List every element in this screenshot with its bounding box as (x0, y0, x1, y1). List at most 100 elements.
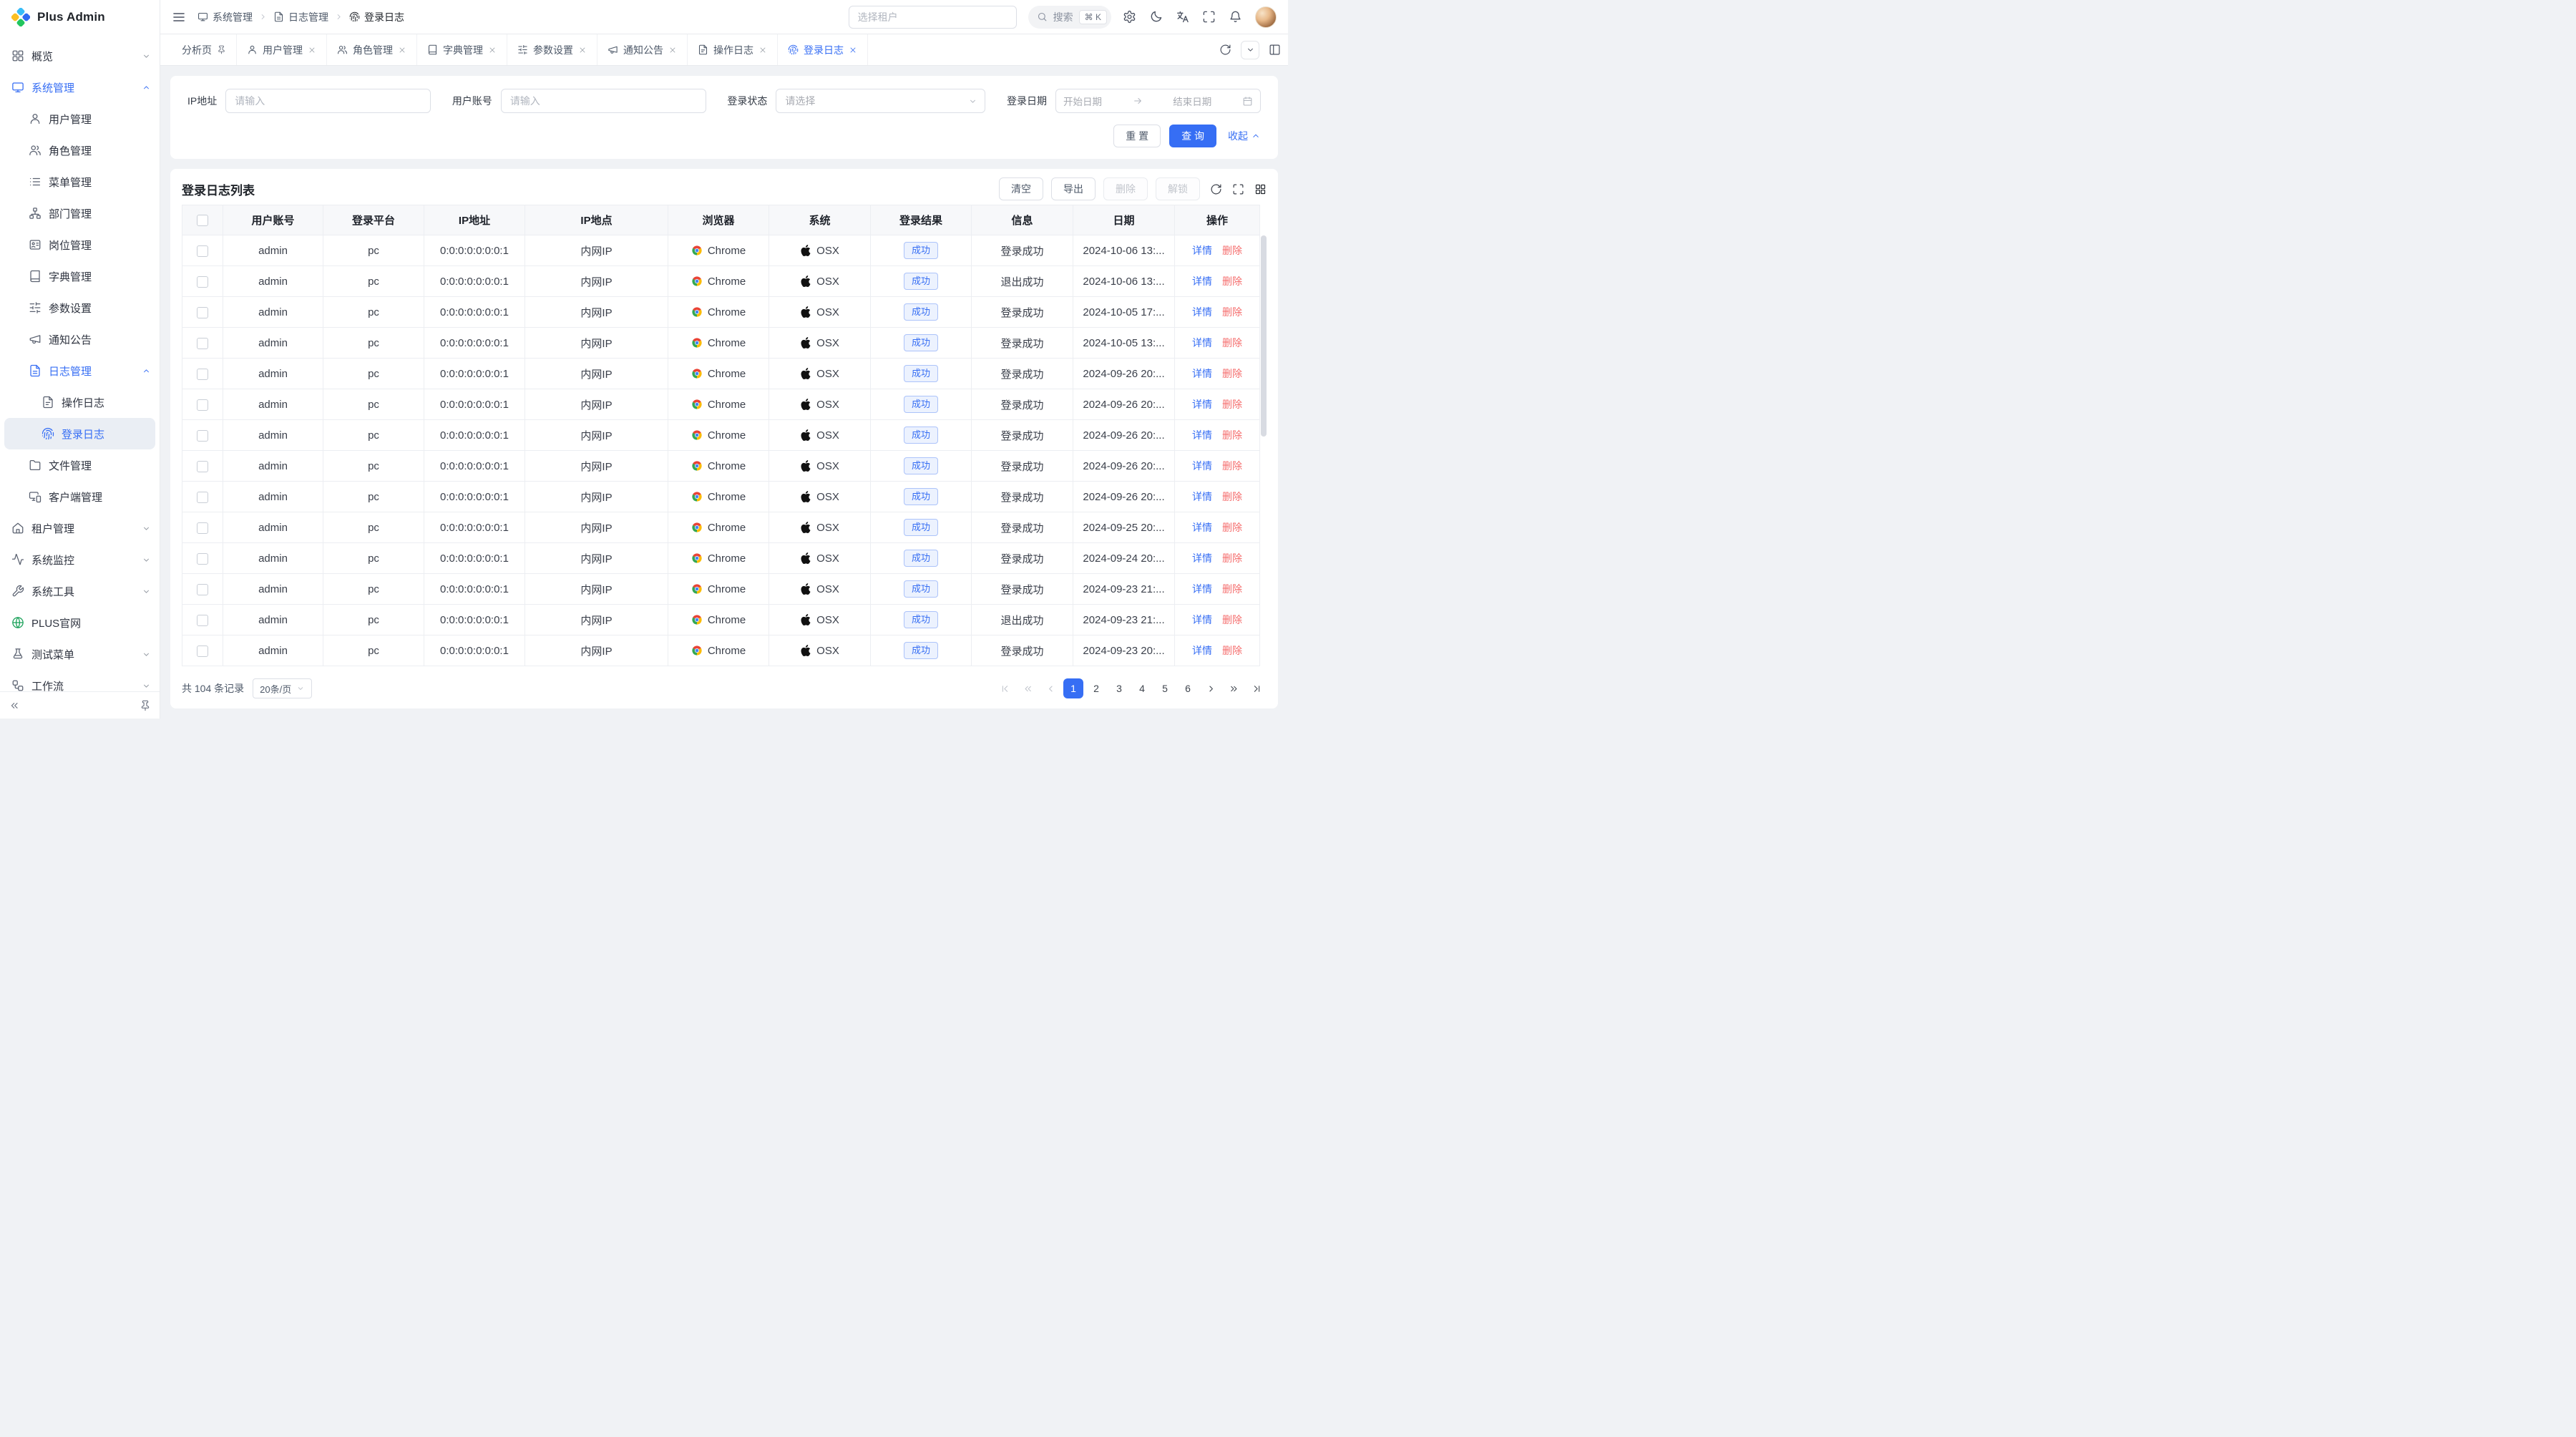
sidebar-item-client-mgmt[interactable]: 客户端管理 (0, 481, 160, 512)
page-button-4[interactable]: 4 (1132, 678, 1152, 698)
sidebar-item-overview[interactable]: 概览 (0, 40, 160, 72)
search-button[interactable]: 查 询 (1169, 125, 1216, 147)
page-button-2[interactable]: 2 (1086, 678, 1106, 698)
detail-link[interactable]: 详情 (1192, 489, 1212, 504)
row-checkbox[interactable] (197, 461, 208, 472)
delete-link[interactable]: 删除 (1222, 243, 1242, 258)
tab-role-mgmt[interactable]: 角色管理 (327, 34, 417, 65)
sidebar-item-operation-log[interactable]: 操作日志 (0, 386, 160, 418)
sidebar-item-file-mgmt[interactable]: 文件管理 (0, 449, 160, 481)
user-avatar[interactable] (1255, 6, 1277, 28)
delete-link[interactable]: 删除 (1222, 366, 1242, 381)
collapse-filters-link[interactable]: 收起 (1228, 129, 1261, 143)
unlock-button[interactable]: 解锁 (1156, 177, 1200, 200)
tab-operation-log[interactable]: 操作日志 (688, 34, 778, 65)
close-icon[interactable] (758, 46, 767, 54)
sidebar-item-notice[interactable]: 通知公告 (0, 323, 160, 355)
delete-button[interactable]: 删除 (1103, 177, 1148, 200)
close-icon[interactable] (849, 46, 857, 54)
fullscreen-table-icon[interactable] (1232, 183, 1244, 195)
detail-link[interactable]: 详情 (1192, 305, 1212, 319)
tab-param-settings[interactable]: 参数设置 (507, 34, 597, 65)
delete-link[interactable]: 删除 (1222, 520, 1242, 535)
delete-link[interactable]: 删除 (1222, 336, 1242, 350)
dark-mode-icon[interactable] (1149, 10, 1163, 24)
row-checkbox[interactable] (197, 276, 208, 288)
first-page-button[interactable] (995, 678, 1015, 698)
delete-link[interactable]: 删除 (1222, 643, 1242, 658)
refresh-table-icon[interactable] (1210, 183, 1222, 195)
close-icon[interactable] (488, 46, 497, 54)
row-checkbox[interactable] (197, 307, 208, 318)
tab-user-mgmt[interactable]: 用户管理 (237, 34, 327, 65)
sidebar-item-param-settings[interactable]: 参数设置 (0, 292, 160, 323)
sidebar-item-system-mgmt[interactable]: 系统管理 (0, 72, 160, 103)
detail-link[interactable]: 详情 (1192, 643, 1212, 658)
row-checkbox[interactable] (197, 399, 208, 411)
row-checkbox[interactable] (197, 430, 208, 442)
page-button-1[interactable]: 1 (1063, 678, 1083, 698)
sidebar-item-menu-mgmt[interactable]: 菜单管理 (0, 166, 160, 198)
page-size-select[interactable]: 20条/页 (253, 678, 312, 698)
detail-link[interactable]: 详情 (1192, 243, 1212, 258)
tab-dict-mgmt[interactable]: 字典管理 (417, 34, 507, 65)
detail-link[interactable]: 详情 (1192, 551, 1212, 565)
pin-sidebar-icon[interactable] (140, 700, 151, 711)
sidebar-item-system-tools[interactable]: 系统工具 (0, 575, 160, 607)
row-checkbox[interactable] (197, 646, 208, 657)
breadcrumb-item-log-mgmt[interactable]: 日志管理 (273, 10, 328, 24)
login-status-select[interactable]: 请选择 (776, 89, 985, 113)
clear-button[interactable]: 清空 (999, 177, 1043, 200)
tab-login-log[interactable]: 登录日志 (778, 34, 868, 65)
next-ten-button[interactable] (1224, 678, 1244, 698)
page-button-6[interactable]: 6 (1178, 678, 1198, 698)
row-checkbox[interactable] (197, 553, 208, 565)
select-all-checkbox[interactable] (197, 215, 208, 226)
sidebar-item-login-log[interactable]: 登录日志 (4, 418, 155, 449)
detail-link[interactable]: 详情 (1192, 582, 1212, 596)
row-checkbox[interactable] (197, 338, 208, 349)
last-page-button[interactable] (1246, 678, 1267, 698)
row-checkbox[interactable] (197, 369, 208, 380)
fullscreen-icon[interactable] (1202, 10, 1216, 24)
language-icon[interactable] (1176, 10, 1189, 24)
row-checkbox[interactable] (197, 492, 208, 503)
delete-link[interactable]: 删除 (1222, 459, 1242, 473)
delete-link[interactable]: 删除 (1222, 551, 1242, 565)
page-button-5[interactable]: 5 (1155, 678, 1175, 698)
detail-link[interactable]: 详情 (1192, 459, 1212, 473)
detail-link[interactable]: 详情 (1192, 366, 1212, 381)
sidebar-item-plus-site[interactable]: PLUS官网 (0, 607, 160, 638)
login-date-range[interactable]: 开始日期 结束日期 (1055, 89, 1261, 113)
detail-link[interactable]: 详情 (1192, 336, 1212, 350)
detail-link[interactable]: 详情 (1192, 613, 1212, 627)
tab-options-button[interactable] (1241, 41, 1259, 59)
reset-button[interactable]: 重 置 (1113, 125, 1161, 147)
breadcrumb-item-system-mgmt[interactable]: 系统管理 (197, 10, 253, 24)
sidebar-item-dept-mgmt[interactable]: 部门管理 (0, 198, 160, 229)
row-checkbox[interactable] (197, 584, 208, 595)
sidebar-toggle-icon[interactable] (172, 10, 186, 24)
detail-link[interactable]: 详情 (1192, 428, 1212, 442)
prev-ten-button[interactable] (1018, 678, 1038, 698)
account-input[interactable] (501, 89, 706, 113)
row-checkbox[interactable] (197, 615, 208, 626)
ip-input[interactable] (225, 89, 431, 113)
layout-icon[interactable] (1269, 44, 1281, 56)
sidebar-item-dict-mgmt[interactable]: 字典管理 (0, 260, 160, 292)
scrollbar-thumb[interactable] (1261, 235, 1267, 437)
tab-analysis[interactable]: 分析页 (172, 34, 237, 65)
delete-link[interactable]: 删除 (1222, 489, 1242, 504)
global-search[interactable]: 搜索 ⌘ K (1028, 6, 1111, 29)
close-icon[interactable] (398, 46, 406, 54)
refresh-page-icon[interactable] (1219, 44, 1231, 56)
delete-link[interactable]: 删除 (1222, 305, 1242, 319)
sidebar-item-test-menu[interactable]: 测试菜单 (0, 638, 160, 670)
collapse-sidebar-icon[interactable] (9, 700, 20, 711)
column-settings-icon[interactable] (1254, 183, 1267, 195)
delete-link[interactable]: 删除 (1222, 582, 1242, 596)
detail-link[interactable]: 详情 (1192, 397, 1212, 411)
close-icon[interactable] (668, 46, 677, 54)
next-page-button[interactable] (1201, 678, 1221, 698)
delete-link[interactable]: 删除 (1222, 613, 1242, 627)
